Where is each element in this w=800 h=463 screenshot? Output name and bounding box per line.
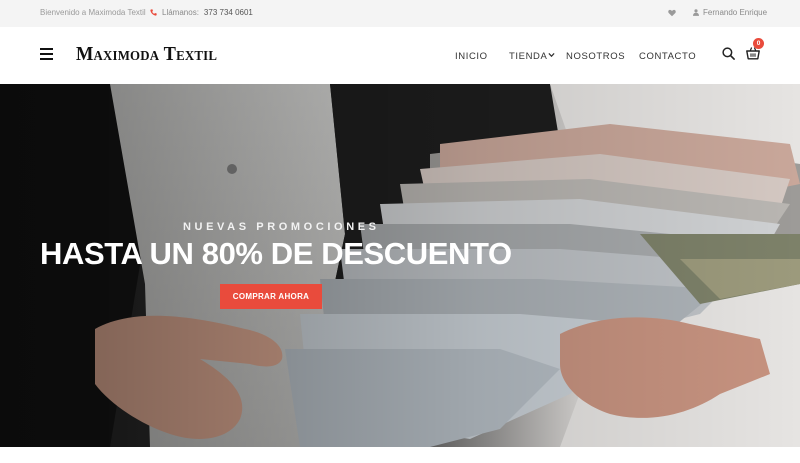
user-name: Fernando Enrique bbox=[703, 8, 768, 17]
menu-icon[interactable] bbox=[40, 48, 53, 60]
nav-tienda[interactable]: TIENDA bbox=[509, 51, 547, 62]
nav-contacto[interactable]: CONTACTO bbox=[639, 51, 696, 62]
main-header: Maximoda Textil INICIO TIENDA NOSOTROS C… bbox=[0, 27, 800, 84]
phone-info[interactable]: Llámanos: 373 734 0601 bbox=[150, 8, 253, 17]
hero-headline: HASTA UN 80% DE DESCUENTO bbox=[40, 236, 512, 271]
phone-icon bbox=[150, 9, 157, 16]
buy-now-button[interactable]: COMPRAR AHORA bbox=[220, 284, 322, 309]
chevron-down-icon[interactable] bbox=[548, 52, 555, 58]
user-account[interactable]: Fernando Enrique bbox=[693, 8, 767, 17]
nav-inicio[interactable]: INICIO bbox=[455, 51, 488, 62]
cart-count-badge: 0 bbox=[753, 38, 764, 49]
page-bottom-strip bbox=[0, 447, 800, 463]
phone-label: Llámanos: bbox=[162, 8, 199, 17]
heart-icon[interactable] bbox=[668, 9, 676, 17]
phone-number: 373 734 0601 bbox=[203, 8, 253, 17]
welcome-text: Bienvenido a Maximoda Textil bbox=[40, 8, 146, 17]
top-bar: Bienvenido a Maximoda Textil Llámanos: 3… bbox=[0, 0, 800, 27]
nav-nosotros[interactable]: NOSOTROS bbox=[566, 51, 625, 62]
user-icon bbox=[693, 9, 699, 16]
search-icon[interactable] bbox=[722, 47, 735, 60]
hero-banner: NUEVAS PROMOCIONES HASTA UN 80% DE DESCU… bbox=[0, 84, 800, 447]
hero-subtitle: NUEVAS PROMOCIONES bbox=[183, 221, 380, 233]
site-logo[interactable]: Maximoda Textil bbox=[76, 43, 217, 66]
